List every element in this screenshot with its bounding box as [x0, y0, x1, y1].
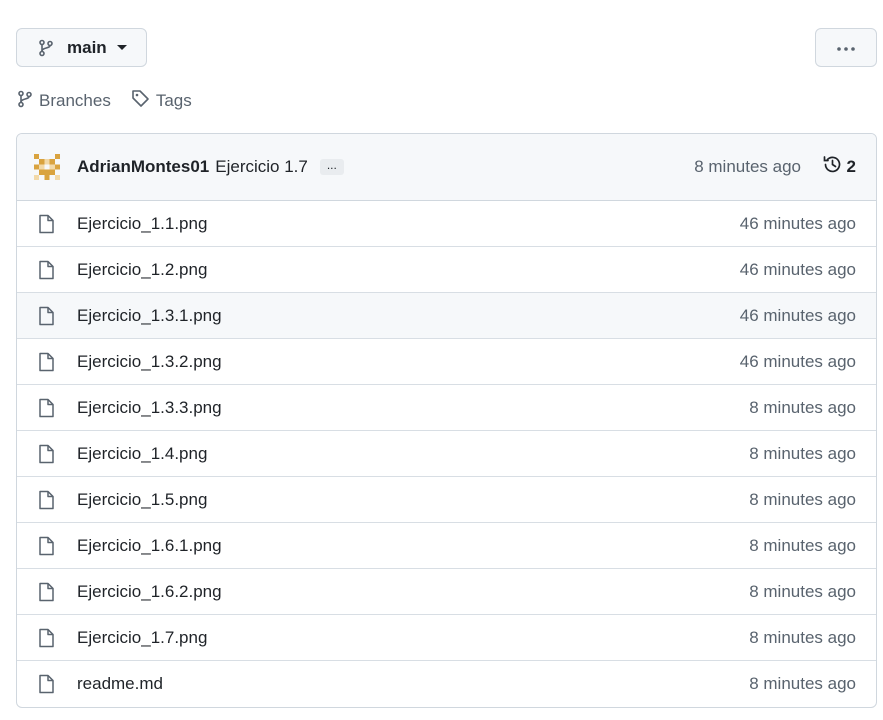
branch-selector-button[interactable]: main — [16, 28, 147, 67]
file-icon — [37, 628, 57, 648]
file-list: AdrianMontes01 Ejercicio 1.7 ... 8 minut… — [16, 133, 877, 708]
file-icon — [37, 260, 57, 280]
file-icon — [37, 582, 57, 602]
git-branch-icon — [17, 90, 33, 113]
file-name-link[interactable]: Ejercicio_1.6.2.png — [77, 582, 222, 602]
file-row[interactable]: Ejercicio_1.3.3.png 8 minutes ago — [17, 385, 876, 431]
file-commit-time: 8 minutes ago — [749, 443, 856, 463]
file-name-link[interactable]: Ejercicio_1.3.1.png — [77, 306, 222, 326]
file-commit-time: 8 minutes ago — [749, 489, 856, 509]
file-icon — [37, 444, 57, 464]
file-rows: Ejercicio_1.1.png 46 minutes ago Ejercicio… — [17, 201, 876, 707]
more-options-button[interactable] — [815, 28, 877, 67]
commit-author-link[interactable]: AdrianMontes01 — [77, 157, 209, 177]
file-row[interactable]: readme.md 8 minutes ago — [17, 661, 876, 707]
commit-history-link[interactable]: 2 — [822, 154, 856, 180]
file-icon — [37, 398, 57, 418]
file-commit-time: 8 minutes ago — [749, 674, 856, 693]
branches-link[interactable]: Branches — [17, 90, 111, 113]
tags-label: Tags — [155, 91, 192, 110]
file-commit-time: 46 minutes ago — [739, 213, 856, 233]
commit-message-link[interactable]: Ejercicio 1.7 — [215, 157, 308, 177]
file-name-link[interactable]: Ejercicio_1.6.1.png — [77, 536, 222, 556]
file-commit-time: 8 minutes ago — [749, 627, 856, 647]
file-icon — [37, 306, 57, 326]
file-name-link[interactable]: Ejercicio_1.2.png — [77, 260, 207, 280]
file-row[interactable]: Ejercicio_1.3.2.png 46 minutes ago — [17, 339, 876, 385]
file-commit-time: 46 minutes ago — [739, 351, 856, 371]
file-icon — [37, 674, 57, 694]
kebab-horizontal-icon — [836, 39, 856, 57]
file-icon — [37, 214, 57, 234]
repo-ref-links: Branches Tags — [17, 89, 192, 113]
file-commit-time: 46 minutes ago — [739, 305, 856, 325]
file-row[interactable]: Ejercicio_1.4.png 8 minutes ago — [17, 431, 876, 477]
file-name-link[interactable]: readme.md — [77, 674, 163, 694]
git-branch-icon — [37, 39, 55, 57]
file-commit-time: 8 minutes ago — [749, 397, 856, 417]
file-row[interactable]: Ejercicio_1.1.png 46 minutes ago — [17, 201, 876, 247]
file-name-link[interactable]: Ejercicio_1.3.3.png — [77, 398, 222, 418]
file-name-link[interactable]: Ejercicio_1.5.png — [77, 490, 207, 510]
latest-commit-header: AdrianMontes01 Ejercicio 1.7 ... 8 minut… — [17, 134, 876, 201]
file-row[interactable]: Ejercicio_1.6.1.png 8 minutes ago — [17, 523, 876, 569]
file-commit-time: 8 minutes ago — [749, 581, 856, 601]
file-row[interactable]: Ejercicio_1.6.2.png 8 minutes ago — [17, 569, 876, 615]
tag-icon — [131, 89, 150, 113]
file-name-link[interactable]: Ejercicio_1.7.png — [77, 628, 207, 648]
chevron-down-icon — [116, 45, 127, 50]
file-row[interactable]: Ejercicio_1.2.png 46 minutes ago — [17, 247, 876, 293]
file-name-link[interactable]: Ejercicio_1.1.png — [77, 214, 207, 234]
file-commit-time: 8 minutes ago — [749, 535, 856, 555]
file-row[interactable]: Ejercicio_1.5.png 8 minutes ago — [17, 477, 876, 523]
commit-time: 8 minutes ago — [694, 157, 801, 176]
file-commit-time: 46 minutes ago — [739, 259, 856, 279]
history-icon — [822, 154, 843, 180]
avatar[interactable] — [34, 154, 60, 180]
branches-label: Branches — [39, 91, 111, 110]
commit-count: 2 — [846, 157, 856, 176]
commit-expand-button[interactable]: ... — [319, 159, 344, 175]
file-icon — [37, 352, 57, 372]
tags-link[interactable]: Tags — [131, 89, 192, 113]
branch-name: main — [67, 37, 107, 57]
file-name-link[interactable]: Ejercicio_1.4.png — [77, 444, 207, 464]
file-icon — [37, 490, 57, 510]
file-row[interactable]: Ejercicio_1.3.1.png 46 minutes ago — [17, 293, 876, 339]
file-name-link[interactable]: Ejercicio_1.3.2.png — [77, 352, 222, 372]
file-icon — [37, 536, 57, 556]
file-row[interactable]: Ejercicio_1.7.png 8 minutes ago — [17, 615, 876, 661]
